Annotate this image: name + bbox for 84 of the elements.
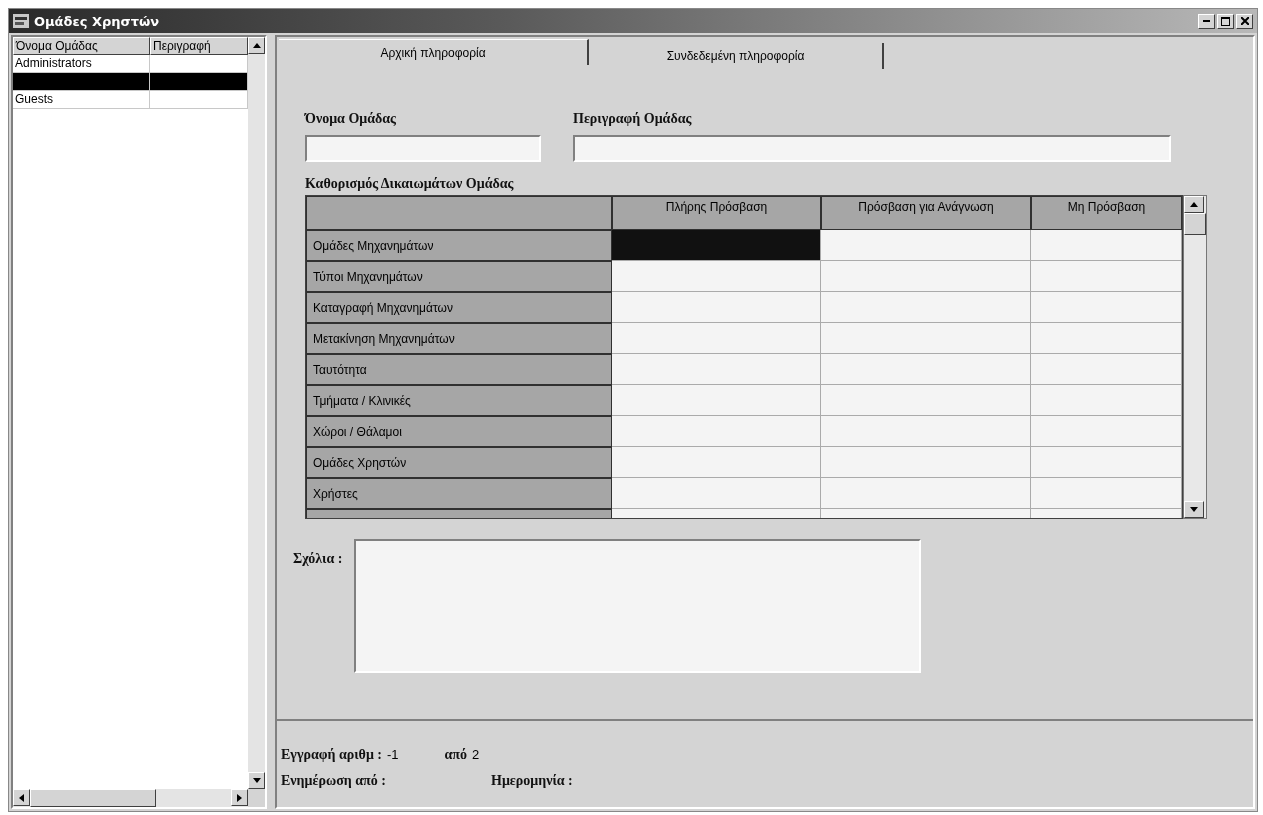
grid-cell[interactable]	[821, 385, 1031, 416]
grid-cell[interactable]	[612, 416, 821, 447]
row-header: Ομάδες Χρηστών	[306, 447, 612, 478]
grid-cell[interactable]	[821, 478, 1031, 509]
grid-cell[interactable]	[1031, 292, 1182, 323]
close-icon	[1240, 17, 1249, 25]
scroll-left-button[interactable]	[13, 789, 30, 806]
date-label: Ημερομηνία :	[491, 773, 573, 789]
scroll-up-button[interactable]	[248, 37, 265, 54]
grid-cell[interactable]	[1031, 261, 1182, 292]
grid-cell[interactable]	[821, 354, 1031, 385]
field-label: Περιγραφή Ομάδας	[573, 111, 692, 127]
grid-cell[interactable]	[1031, 416, 1182, 447]
grid-cell[interactable]	[821, 416, 1031, 447]
section-title: Καθορισμός Δικαιωμάτων Ομάδας	[305, 176, 515, 192]
row-header: Ομάδες Μηχανημάτων	[306, 230, 612, 261]
column-header[interactable]: Πρόσβαση για Ανάγνωση	[821, 196, 1031, 230]
group-name-input[interactable]	[305, 135, 541, 162]
grid-cell[interactable]	[1031, 230, 1182, 261]
grid-cell[interactable]	[612, 447, 821, 478]
triangle-up-icon	[1190, 202, 1198, 207]
updated-by-label: Ενημέρωση από :	[281, 773, 387, 789]
scroll-right-button[interactable]	[231, 789, 248, 806]
minimize-icon	[1203, 20, 1210, 22]
column-header[interactable]: Μη Πρόσβαση	[1031, 196, 1182, 230]
close-button[interactable]	[1236, 13, 1253, 29]
row-header: Χρήστες	[306, 478, 612, 509]
list-cell[interactable]	[150, 73, 248, 90]
grid-cell[interactable]	[821, 323, 1031, 354]
list-cell[interactable]: Administrators	[13, 55, 150, 72]
triangle-up-icon	[252, 43, 261, 48]
minimize-button[interactable]	[1198, 13, 1215, 29]
row-header: Χώροι / Θάλαμοι	[306, 416, 612, 447]
list-cell[interactable]: Guests	[13, 91, 150, 108]
column-header[interactable]: Όνομα Ομάδας	[13, 37, 150, 55]
row-header: Ταυτότητα	[306, 354, 612, 385]
of-label: από	[444, 747, 468, 763]
scroll-up-button[interactable]	[1184, 196, 1204, 213]
triangle-down-icon	[1190, 507, 1198, 512]
app-icon	[13, 14, 29, 28]
row-header: Μετακίνηση Μηχανημάτων	[306, 323, 612, 354]
grid-cell[interactable]	[612, 354, 821, 385]
scroll-down-button[interactable]	[248, 772, 265, 789]
grid-cell[interactable]	[612, 292, 821, 323]
list-cell[interactable]	[13, 73, 150, 90]
comments-label: Σχόλια :	[293, 551, 343, 568]
group-description-input[interactable]	[573, 135, 1171, 162]
grid-cell[interactable]	[1031, 447, 1182, 478]
scroll-down-button[interactable]	[1184, 501, 1204, 518]
grid-cell[interactable]	[612, 230, 821, 261]
grid-cell[interactable]	[612, 478, 821, 509]
grid-cell[interactable]	[821, 292, 1031, 323]
grid-cell[interactable]	[1031, 478, 1182, 509]
vertical-scrollbar[interactable]	[1183, 195, 1207, 519]
column-header[interactable]: Περιγραφή	[150, 37, 248, 55]
triangle-left-icon	[19, 793, 24, 802]
horizontal-scrollbar[interactable]	[13, 789, 265, 807]
grid-cell[interactable]	[612, 385, 821, 416]
grid-cell[interactable]	[1031, 323, 1182, 354]
record-value: -1	[387, 747, 399, 762]
row-header: Καταγραφή Μηχανημάτων	[306, 292, 612, 323]
grid-cell[interactable]	[1031, 385, 1182, 416]
maximize-button[interactable]	[1217, 13, 1234, 29]
triangle-down-icon	[252, 778, 261, 783]
tab[interactable]: Αρχική πληροφορία	[279, 39, 589, 65]
row-header: Τμήματα / Κλινικές	[306, 385, 612, 416]
record-label: Εγγραφή αριθμ :	[281, 747, 382, 763]
vertical-scrollbar[interactable]	[248, 37, 265, 789]
total-value: 2	[472, 747, 480, 762]
window-title: Ομάδες Χρηστών	[34, 13, 160, 29]
row-header: Τύποι Μηχανημάτων	[306, 261, 612, 292]
scroll-thumb[interactable]	[1184, 213, 1206, 235]
scroll-thumb[interactable]	[30, 789, 156, 807]
grid-cell[interactable]	[1031, 354, 1182, 385]
grid-cell[interactable]	[821, 261, 1031, 292]
column-header[interactable]: Πλήρης Πρόσβαση	[612, 196, 821, 230]
grid-cell[interactable]	[821, 230, 1031, 261]
field-label: Όνομα Ομάδας	[305, 111, 398, 127]
maximize-icon	[1221, 16, 1230, 26]
grid-cell[interactable]	[612, 323, 821, 354]
grid-cell[interactable]	[821, 447, 1031, 478]
triangle-right-icon	[237, 793, 242, 802]
comments-input[interactable]	[354, 539, 922, 673]
grid-cell[interactable]	[612, 261, 821, 292]
